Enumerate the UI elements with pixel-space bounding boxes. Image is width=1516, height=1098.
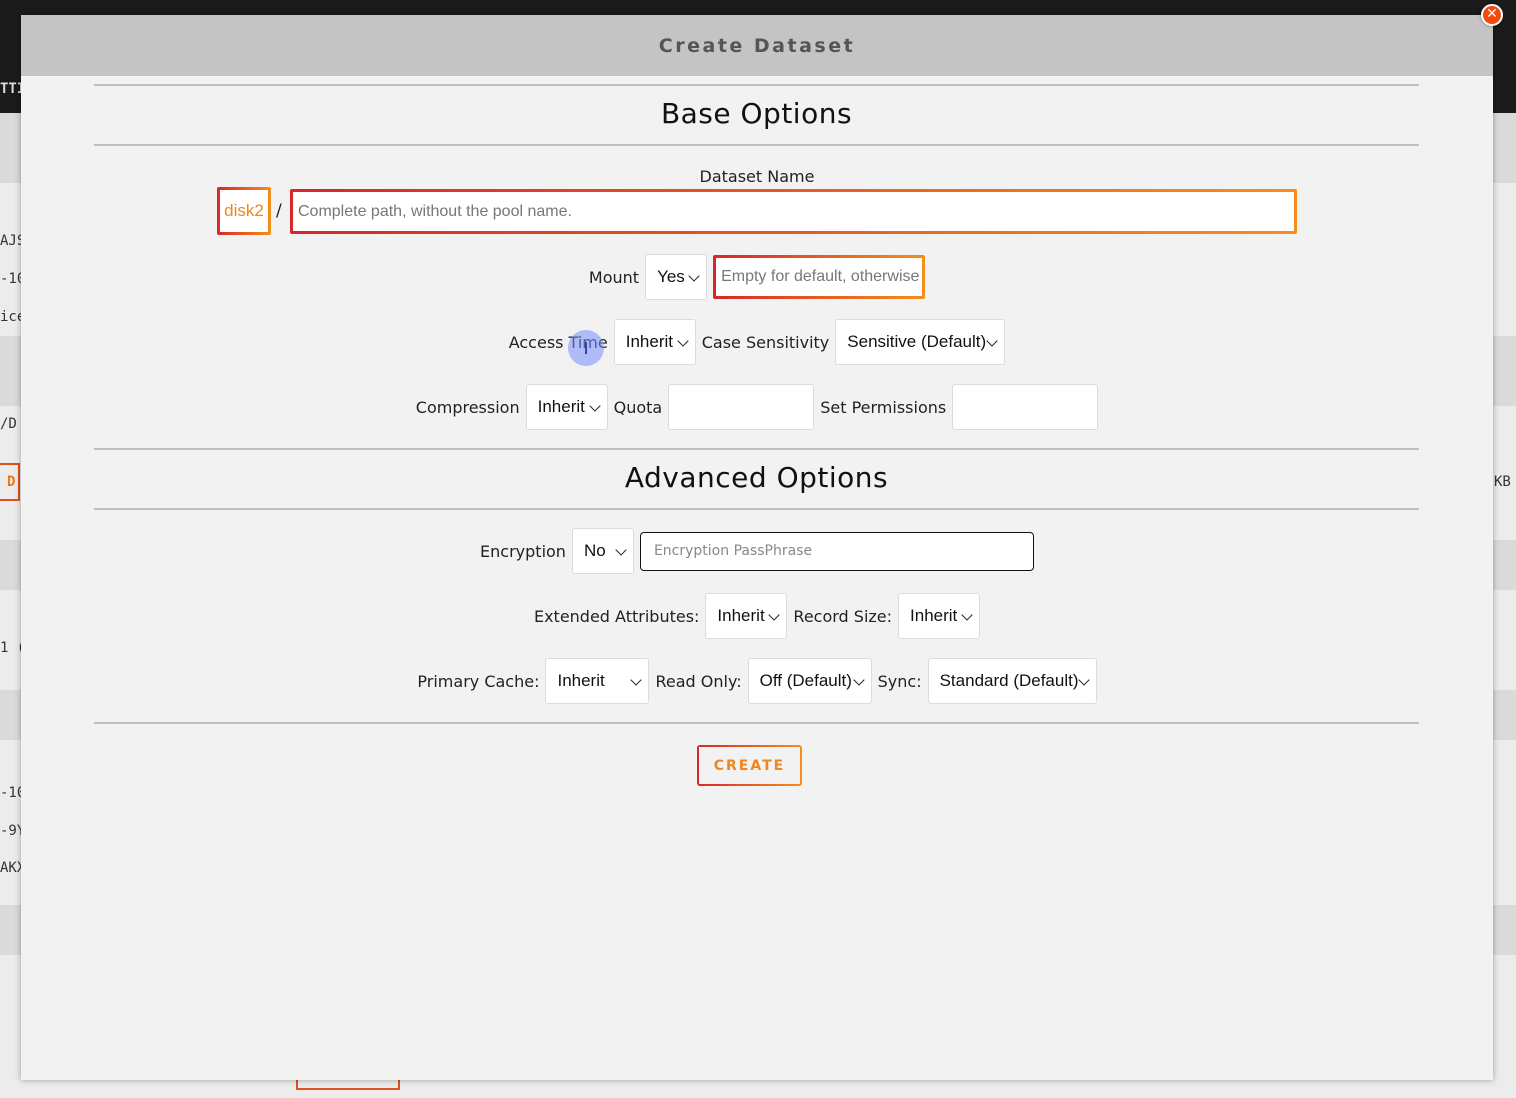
primary-cache-value: Inherit xyxy=(557,671,605,690)
mountpoint-input[interactable]: Empty for default, otherwise xyxy=(713,255,926,299)
encryption-passphrase-input[interactable]: Encryption PassPhrase xyxy=(639,531,1034,571)
access-time-row: Access Time Inherit Case Sensitivity Sen… xyxy=(21,319,1493,365)
extended-attributes-value: Inherit xyxy=(717,606,765,625)
divider xyxy=(94,508,1419,510)
quota-label: Quota xyxy=(613,397,663,417)
set-permissions-input[interactable] xyxy=(952,384,1099,430)
extended-attributes-select[interactable]: Inherit xyxy=(705,593,788,639)
record-size-label: Record Size: xyxy=(793,606,893,626)
access-time-select[interactable]: Inherit xyxy=(613,319,696,365)
sync-select[interactable]: Standard (Default) xyxy=(927,658,1097,704)
compression-value: Inherit xyxy=(537,397,585,416)
chevron-down-icon xyxy=(852,674,865,686)
chevron-down-icon xyxy=(986,335,998,347)
create-dataset-modal: Create Dataset Base Options Dataset Name… xyxy=(21,15,1493,1080)
create-button-label: CREATE xyxy=(699,747,800,784)
chevron-down-icon xyxy=(688,270,700,282)
chevron-down-icon xyxy=(588,400,601,412)
sync-label: Sync: xyxy=(877,671,922,691)
compression-label: Compression xyxy=(415,397,520,417)
modal-title: Create Dataset xyxy=(658,34,856,57)
encryption-row: Encryption No Encryption PassPhrase xyxy=(21,528,1493,574)
case-sensitivity-select[interactable]: Sensitive (Default) xyxy=(835,319,1006,365)
read-only-label: Read Only: xyxy=(655,671,742,691)
background-text: /D xyxy=(0,416,17,432)
compression-row: Compression Inherit Quota Set Permission… xyxy=(21,384,1493,430)
encryption-label: Encryption xyxy=(480,541,566,561)
set-permissions-label: Set Permissions xyxy=(820,397,947,417)
case-sensitivity-value: Sensitive (Default) xyxy=(847,332,987,351)
create-button[interactable]: CREATE xyxy=(697,745,802,786)
divider xyxy=(94,448,1419,450)
chevron-down-icon xyxy=(961,609,973,621)
encryption-select[interactable]: No xyxy=(571,528,634,574)
dataset-name-label: Dataset Name xyxy=(699,166,815,186)
chevron-down-icon xyxy=(630,674,643,686)
compression-select[interactable]: Inherit xyxy=(525,384,608,430)
mount-row: Mount Yes Empty for default, otherwise xyxy=(21,254,1493,300)
encryption-value: No xyxy=(583,541,606,560)
chevron-down-icon xyxy=(768,609,781,621)
dataset-path-input[interactable]: Complete path, without the pool name. xyxy=(290,189,1297,234)
path-separator: / xyxy=(276,201,282,221)
close-icon[interactable]: ✕ xyxy=(1481,4,1503,26)
background-text: KB xyxy=(1494,474,1511,490)
advanced-options-heading: Advanced Options xyxy=(624,461,889,494)
extended-attributes-label: Extended Attributes: xyxy=(533,606,700,626)
cache-row: Primary Cache: Inherit Read Only: Off (D… xyxy=(21,658,1493,704)
access-time-value: Inherit xyxy=(625,332,673,351)
dataset-path-placeholder: Complete path, without the pool name. xyxy=(293,192,1294,231)
mountpoint-placeholder: Empty for default, otherwise xyxy=(716,258,923,296)
divider xyxy=(94,144,1419,146)
read-only-value: Off (Default) xyxy=(759,671,852,690)
mount-label: Mount xyxy=(588,267,640,287)
access-time-label: Access Time xyxy=(508,332,608,352)
divider xyxy=(94,84,1419,86)
sync-value: Standard (Default) xyxy=(939,671,1079,690)
chevron-down-icon xyxy=(615,544,627,556)
quota-input[interactable] xyxy=(668,384,815,430)
encryption-passphrase-placeholder: Encryption PassPhrase xyxy=(653,543,813,559)
primary-cache-label: Primary Cache: xyxy=(417,671,540,691)
extended-attributes-row: Extended Attributes: Inherit Record Size… xyxy=(21,593,1493,639)
background-text: D xyxy=(7,474,16,490)
divider xyxy=(94,722,1419,724)
pool-name: disk2 xyxy=(224,201,264,220)
record-size-value: Inherit xyxy=(910,606,958,625)
chevron-down-icon xyxy=(1077,674,1090,686)
record-size-select[interactable]: Inherit xyxy=(898,593,981,639)
primary-cache-select[interactable]: Inherit xyxy=(545,658,650,704)
chevron-down-icon xyxy=(677,335,689,347)
mount-select[interactable]: Yes xyxy=(645,254,708,300)
mount-value: Yes xyxy=(657,267,685,286)
case-sensitivity-label: Case Sensitivity xyxy=(701,332,830,352)
base-options-heading: Base Options xyxy=(660,97,853,130)
pool-name-badge: disk2 xyxy=(217,187,271,235)
dataset-name-label-row: Dataset Name xyxy=(21,165,1493,187)
modal-header: Create Dataset xyxy=(21,15,1493,76)
read-only-select[interactable]: Off (Default) xyxy=(747,658,872,704)
